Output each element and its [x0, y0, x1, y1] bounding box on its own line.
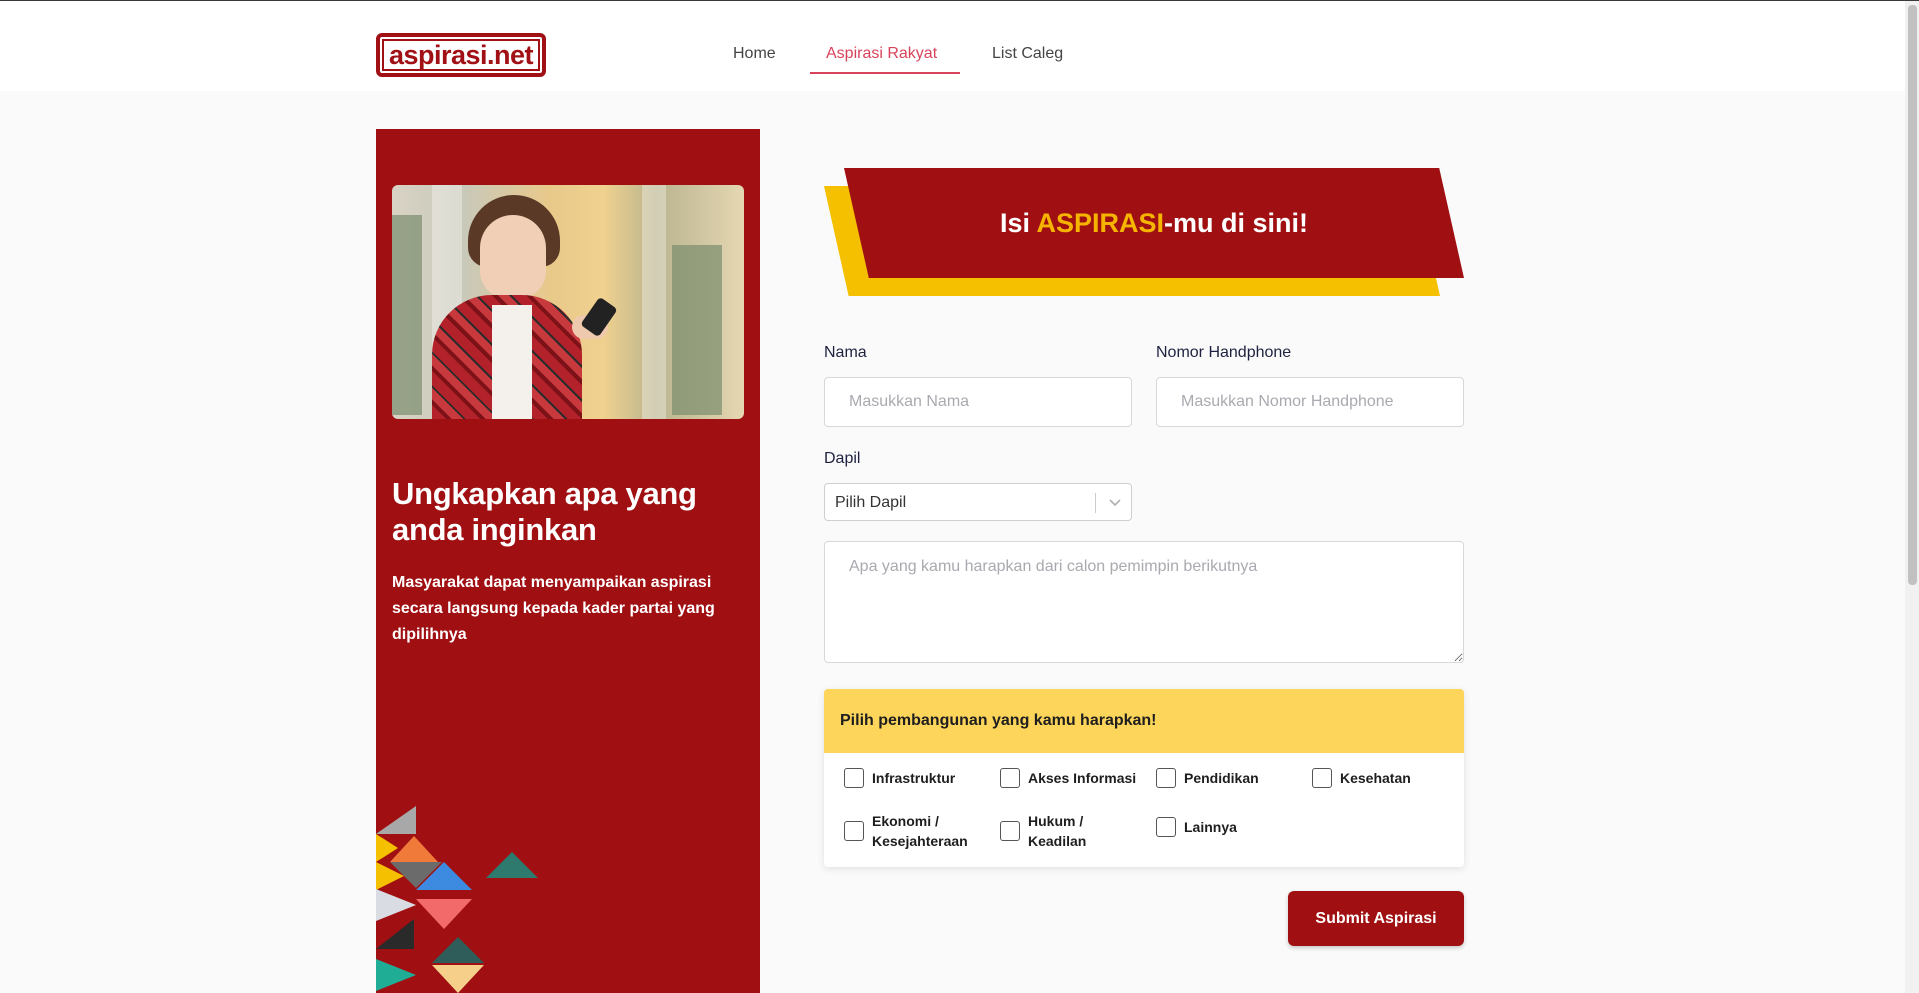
- banner-prefix: Isi: [999, 207, 1037, 238]
- checkbox-box[interactable]: [1156, 768, 1176, 788]
- banner-highlight: ASPIRASI: [1036, 207, 1165, 238]
- checkbox-label: Pendidikan: [1184, 770, 1259, 786]
- checkbox-kesehatan[interactable]: Kesehatan: [1312, 768, 1411, 788]
- photo-pillar: [642, 185, 666, 419]
- triangle-shape: [376, 959, 416, 991]
- checkbox-label: Lainnya: [1184, 819, 1237, 835]
- form-banner: Isi ASPIRASI-mu di sini!: [824, 168, 1464, 298]
- site-logo[interactable]: aspirasi.net: [376, 33, 546, 77]
- checkbox-box[interactable]: [1000, 821, 1020, 841]
- logo-text: aspirasi.net: [388, 39, 534, 70]
- hero-title: Ungkapkan apa yang anda inginkan: [392, 476, 697, 547]
- photo-window: [672, 245, 722, 415]
- photo-undershirt: [492, 305, 532, 419]
- hero-photo-woman-with-phone: [392, 185, 744, 419]
- banner-red-plate: Isi ASPIRASI-mu di sini!: [844, 168, 1464, 278]
- triangle-shape: [376, 889, 416, 921]
- phone-input[interactable]: [1156, 377, 1464, 427]
- hero-description: Masyarakat dapat menyampaikan aspirasi s…: [392, 574, 715, 643]
- checkbox-box[interactable]: [1312, 768, 1332, 788]
- pembangunan-title: Pilih pembangunan yang kamu harapkan!: [840, 712, 1157, 729]
- page-scrollbar[interactable]: [1905, 1, 1919, 993]
- hero-panel: Ungkapkan apa yang anda inginkan Masyara…: [376, 129, 760, 993]
- nama-input[interactable]: [824, 377, 1132, 427]
- dapil-select-value: Pilih Dapil: [835, 494, 907, 511]
- scrollbar-thumb[interactable]: [1908, 5, 1917, 585]
- checkbox-label: Kesehatan: [1340, 770, 1411, 786]
- pembangunan-header: Pilih pembangunan yang kamu harapkan!: [824, 689, 1464, 753]
- dapil-select[interactable]: Pilih Dapil: [824, 483, 1132, 521]
- nav-aspirasi-rakyat[interactable]: Aspirasi Rakyat: [826, 45, 937, 63]
- banner-suffix: -mu di sini!: [1164, 207, 1309, 238]
- banner-title: Isi ASPIRASI-mu di sini!: [1000, 208, 1308, 239]
- checkbox-label: Infrastruktur: [872, 770, 956, 786]
- checkbox-box[interactable]: [844, 821, 864, 841]
- checkbox-label: Hukum / Keadilan: [1028, 813, 1087, 849]
- nav-active-indicator: [810, 72, 960, 74]
- triangle-shape: [390, 836, 438, 862]
- checkbox-box[interactable]: [1000, 768, 1020, 788]
- submit-aspirasi-button[interactable]: Submit Aspirasi: [1288, 891, 1464, 946]
- dapil-label: Dapil: [824, 450, 861, 467]
- triangle-shape: [416, 899, 472, 929]
- checkbox-box[interactable]: [1156, 817, 1176, 837]
- checkbox-infrastruktur[interactable]: Infrastruktur: [844, 768, 955, 788]
- select-separator: [1095, 493, 1096, 513]
- triangle-shape: [416, 862, 472, 890]
- triangle-shape: [376, 806, 416, 834]
- triangle-shape: [376, 919, 414, 949]
- nav-home[interactable]: Home: [733, 45, 776, 63]
- photo-window: [392, 215, 422, 415]
- pembangunan-card: Pilih pembangunan yang kamu harapkan! In…: [824, 689, 1464, 867]
- aspirasi-textarea[interactable]: [824, 541, 1464, 663]
- site-header: aspirasi.net Home Aspirasi Rakyat List C…: [0, 1, 1905, 91]
- checkbox-pendidikan[interactable]: Pendidikan: [1156, 768, 1259, 788]
- nama-label: Nama: [824, 344, 867, 361]
- triangle-shape: [486, 852, 538, 878]
- checkbox-ekonomi[interactable]: Ekonomi / Kesejahteraan: [844, 811, 974, 851]
- photo-face: [480, 215, 546, 299]
- triangle-shape: [432, 937, 484, 963]
- nav-list-caleg[interactable]: List Caleg: [992, 45, 1063, 63]
- triangle-shape: [432, 965, 484, 993]
- chevron-down-icon[interactable]: [1107, 494, 1123, 510]
- hp-label: Nomor Handphone: [1156, 344, 1292, 361]
- checkbox-label: Ekonomi / Kesejahteraan: [872, 813, 968, 849]
- checkbox-akses-informasi[interactable]: Akses Informasi: [1000, 768, 1136, 788]
- checkbox-box[interactable]: [844, 768, 864, 788]
- checkbox-label: Akses Informasi: [1028, 770, 1137, 786]
- checkbox-hukum[interactable]: Hukum / Keadilan: [1000, 811, 1110, 851]
- checkbox-lainnya[interactable]: Lainnya: [1156, 817, 1237, 837]
